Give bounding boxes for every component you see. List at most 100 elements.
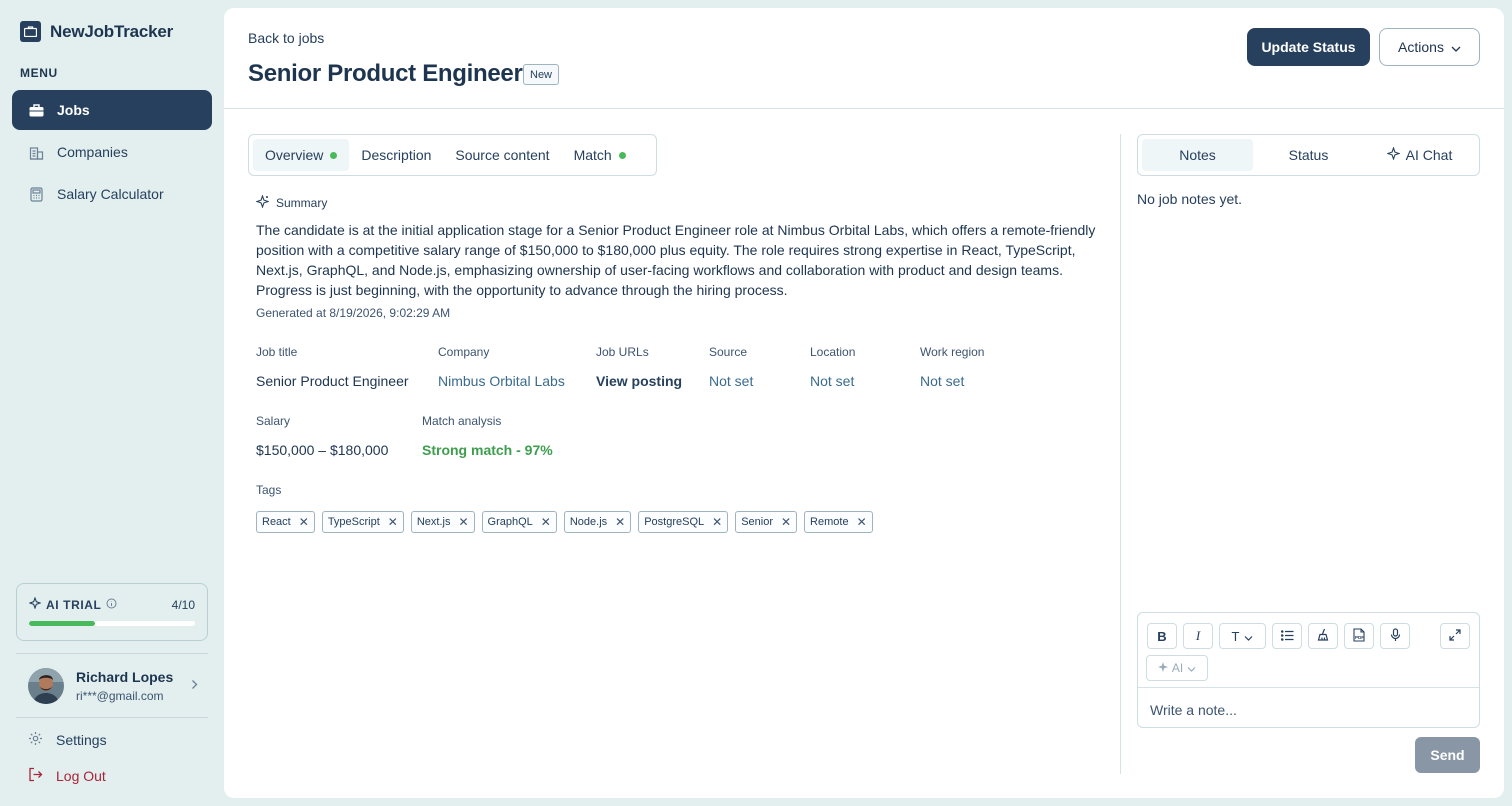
view-posting-link[interactable]: View posting (596, 373, 682, 389)
sidebar-item-salary-calculator[interactable]: Salary Calculator (12, 174, 212, 214)
close-icon[interactable]: ✕ (299, 515, 309, 529)
bullet-list-button[interactable] (1272, 623, 1302, 649)
gear-icon (28, 731, 43, 749)
chevron-down-icon (1187, 661, 1196, 675)
broom-icon (1317, 628, 1330, 644)
user-email: ri***@gmail.com (76, 689, 164, 703)
tags-list: React ✕ TypeScript ✕ Next.js ✕ GraphQL ✕ Nod… (256, 511, 873, 533)
svg-text:PDF: PDF (1355, 635, 1364, 640)
sidebar-item-label: Jobs (57, 102, 90, 118)
bold-icon: B (1157, 628, 1167, 644)
field-salary: Salary $150,000 – $180,000 (256, 414, 389, 458)
close-icon[interactable]: ✕ (541, 515, 551, 529)
pdf-button[interactable]: PDF (1344, 623, 1374, 649)
chevron-down-icon (1451, 39, 1461, 55)
close-icon[interactable]: ✕ (615, 515, 625, 529)
tab-ai-chat[interactable]: AI Chat (1364, 139, 1475, 171)
status-badge: New (523, 64, 560, 85)
clean-format-button[interactable] (1308, 623, 1338, 649)
job-tabs: Overview Description Source content Matc… (248, 134, 657, 176)
building-icon (29, 145, 44, 160)
field-job-title: Job title Senior Product Engineer (256, 345, 409, 389)
tag-chip: Senior ✕ (735, 511, 798, 533)
user-name: Richard Lopes (76, 669, 174, 685)
text-style-dropdown[interactable]: T (1219, 623, 1266, 649)
close-icon[interactable]: ✕ (781, 515, 791, 529)
tag-chip: PostgreSQL ✕ (638, 511, 729, 533)
ai-trial-count: 4/10 (171, 597, 195, 612)
expand-icon (1449, 628, 1461, 644)
sidebar: NewJobTracker MENU Jobs Companies Salary… (0, 0, 224, 806)
tab-match[interactable]: Match (562, 139, 638, 171)
user-profile[interactable]: Richard Lopes ri***@gmail.com (28, 667, 198, 705)
field-location: Location Not set (810, 345, 856, 389)
sidebar-item-jobs[interactable]: Jobs (12, 90, 212, 130)
italic-button[interactable]: I (1183, 623, 1213, 649)
sidebar-divider (16, 653, 208, 654)
note-input[interactable] (1150, 699, 1470, 721)
tag-chip: Remote ✕ (804, 511, 873, 533)
logout-link[interactable]: Log Out (28, 767, 106, 785)
sparkle-icon (255, 194, 270, 211)
ai-trial-card: AI TRIAL 4/10 (16, 583, 208, 641)
actions-button[interactable]: Actions (1379, 28, 1480, 66)
field-company: Company Nimbus Orbital Labs (438, 345, 565, 389)
tag-chip: GraphQL ✕ (481, 511, 557, 533)
tag-chip: TypeScript ✕ (321, 511, 404, 533)
avatar (28, 668, 64, 704)
close-icon[interactable]: ✕ (712, 515, 722, 529)
ai-trial-label: AI TRIAL (28, 596, 117, 612)
close-icon[interactable]: ✕ (458, 515, 468, 529)
microphone-button[interactable] (1380, 623, 1410, 649)
editor-divider (1138, 687, 1479, 688)
bold-button[interactable]: B (1147, 623, 1177, 649)
close-icon[interactable]: ✕ (388, 515, 398, 529)
page-title: Senior Product Engineer (248, 60, 523, 87)
tab-description[interactable]: Description (349, 139, 443, 171)
menu-heading: MENU (20, 66, 58, 80)
back-to-jobs-link[interactable]: Back to jobs (248, 30, 324, 46)
ai-trial-progress-fill (29, 621, 96, 626)
summary-heading: Summary (255, 194, 327, 211)
tag-chip: Next.js ✕ (410, 511, 475, 533)
tab-notes[interactable]: Notes (1142, 139, 1253, 171)
close-icon[interactable]: ✕ (857, 515, 867, 529)
summary-text: The candidate is at the initial applicat… (256, 222, 1096, 298)
calculator-icon (29, 186, 44, 202)
logout-icon (28, 767, 43, 785)
panel-divider (1120, 134, 1121, 774)
ai-trial-progress (29, 621, 195, 626)
sparkle-icon (1385, 146, 1401, 163)
ai-assist-dropdown[interactable]: AI (1146, 655, 1208, 681)
status-dot (618, 151, 626, 159)
sidebar-divider (16, 717, 208, 718)
main-panel: Back to jobs Senior Product Engineer New… (224, 8, 1504, 798)
status-dot (330, 151, 338, 159)
brand[interactable]: NewJobTracker (20, 21, 173, 42)
list-icon (1280, 629, 1294, 644)
briefcase-icon (20, 21, 41, 42)
expand-button[interactable] (1440, 623, 1470, 649)
microphone-icon (1390, 627, 1401, 645)
text-style-icon: T (1231, 628, 1240, 644)
info-icon[interactable] (106, 598, 117, 612)
header-divider (224, 108, 1504, 109)
field-work-region: Work region Not set (920, 345, 985, 389)
briefcase-icon (29, 103, 44, 118)
tab-source-content[interactable]: Source content (443, 139, 561, 171)
tab-overview[interactable]: Overview (253, 139, 350, 171)
tag-chip: Node.js ✕ (563, 511, 632, 533)
settings-link[interactable]: Settings (28, 731, 107, 749)
tab-status[interactable]: Status (1253, 139, 1364, 171)
update-status-button[interactable]: Update Status (1247, 28, 1370, 66)
generated-timestamp: Generated at 8/19/2026, 9:02:29 AM (256, 306, 451, 320)
field-source: Source Not set (709, 345, 754, 389)
field-job-urls: Job URLs View posting (596, 345, 683, 389)
sidebar-item-companies[interactable]: Companies (12, 132, 212, 172)
send-button[interactable]: Send (1415, 737, 1480, 773)
field-match-analysis: Match analysis Strong match - 97% (422, 414, 553, 458)
note-editor: B I T PDF AI (1137, 612, 1480, 728)
chevron-down-icon (1244, 629, 1253, 644)
company-link[interactable]: Nimbus Orbital Labs (438, 373, 565, 389)
pdf-icon: PDF (1353, 627, 1365, 645)
